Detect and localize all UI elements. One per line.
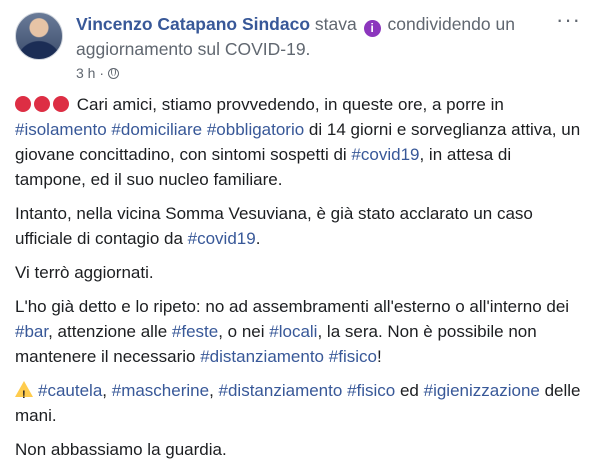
red-circle-icon — [34, 96, 50, 112]
post-body: Cari amici, stiamo provvedendo, in quest… — [15, 92, 585, 471]
text: ! — [376, 347, 382, 366]
warning-icon — [15, 381, 33, 408]
more-options-icon[interactable]: ··· — [556, 8, 581, 32]
hashtag-link[interactable]: #obbligatorio — [207, 120, 304, 139]
author-name[interactable]: Vincenzo Catapano Sindaco — [76, 14, 310, 34]
text: , o nei — [218, 322, 270, 341]
hashtag-link[interactable]: #covid19 — [351, 145, 419, 164]
hashtag-link[interactable]: #fisico — [347, 381, 395, 400]
hashtag-link[interactable]: #mascherine — [112, 381, 209, 400]
globe-icon[interactable] — [107, 68, 119, 79]
hashtag-link[interactable]: #distanziamento — [200, 347, 324, 366]
paragraph-3: Vi terrò aggiornati. — [15, 263, 154, 282]
text: Intanto, nella vicina Somma Vesuviana, è… — [15, 204, 533, 248]
text: Cari amici, stiamo provvedendo, in quest… — [72, 95, 504, 114]
hashtag-link[interactable]: #feste — [172, 322, 218, 341]
post-header: Vincenzo Catapano Sindaco stava i condiv… — [76, 12, 546, 61]
info-icon: i — [363, 20, 381, 37]
paragraph-4: L'ho già detto e lo ripeto: no ad assemb… — [15, 294, 585, 369]
text: , attenzione alle — [48, 322, 172, 341]
hashtag-link[interactable]: #domiciliare — [111, 120, 202, 139]
stava-text: stava — [314, 14, 357, 34]
hashtag-link[interactable]: #igienizzazione — [424, 381, 540, 400]
hashtag-link[interactable]: #fisico — [329, 347, 377, 366]
hashtag-link[interactable]: #distanziamento — [219, 381, 343, 400]
red-circle-icon — [15, 96, 31, 112]
hashtag-link[interactable]: #isolamento — [15, 120, 107, 139]
text: ed — [395, 381, 424, 400]
hashtag-link[interactable]: #covid19 — [188, 229, 256, 248]
paragraph-6: Non abbassiamo la guardia. — [15, 440, 227, 459]
red-circle-icon — [53, 96, 69, 112]
text: . — [255, 229, 261, 248]
meta-separator: · — [99, 65, 108, 81]
text: L'ho già detto e lo ripeto: no ad assemb… — [15, 297, 570, 316]
text: , — [102, 381, 112, 400]
hashtag-link[interactable]: #bar — [15, 322, 48, 341]
hashtag-link[interactable]: #locali — [269, 322, 317, 341]
timestamp[interactable]: 3 h — [76, 65, 95, 81]
post-meta: 3 h · — [76, 64, 119, 82]
paragraph-2: Intanto, nella vicina Somma Vesuviana, è… — [15, 201, 585, 251]
profile-avatar[interactable] — [15, 12, 63, 60]
text: , — [209, 381, 219, 400]
hashtag-link[interactable]: #cautela — [38, 381, 102, 400]
paragraph-5: #cautela, #mascherine, #distanziamento #… — [15, 378, 585, 428]
paragraph-1: Cari amici, stiamo provvedendo, in quest… — [15, 92, 585, 192]
